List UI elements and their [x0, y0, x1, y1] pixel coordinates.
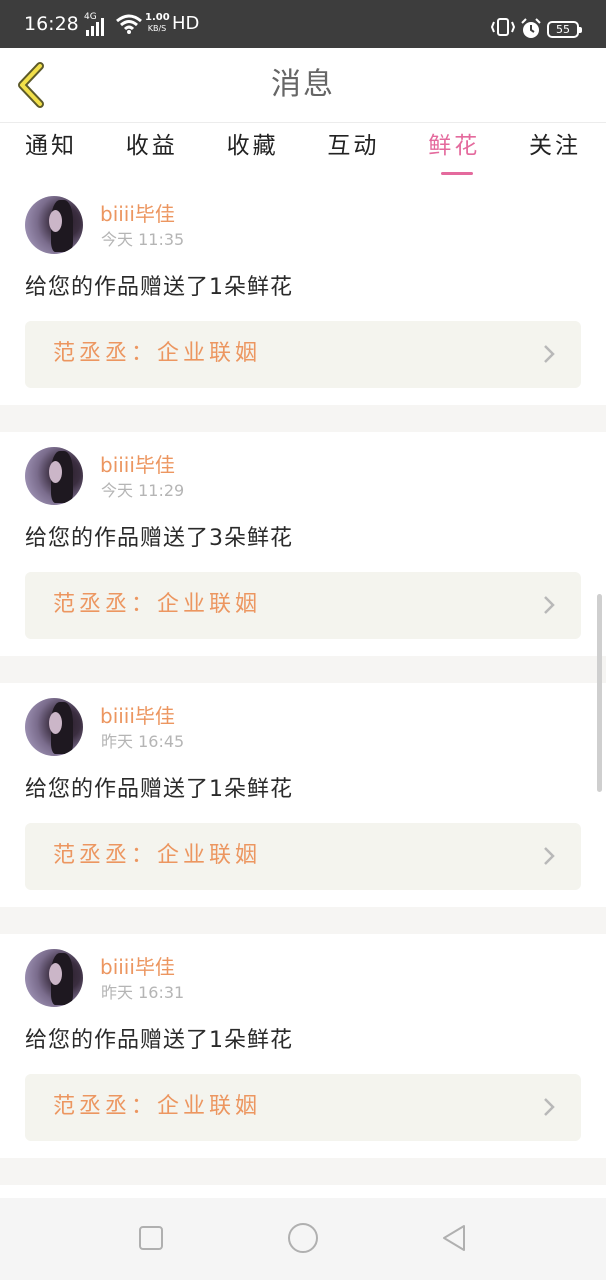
work-link[interactable]: 范丞丞：企业联姻: [25, 321, 581, 388]
work-link[interactable]: 范丞丞：企业联姻: [25, 1074, 581, 1141]
tab-label: 通知: [25, 133, 77, 159]
triangle-back-icon[interactable]: [436, 1220, 472, 1256]
system-nav-bar: [0, 1198, 606, 1280]
work-link[interactable]: 范丞丞：企业联姻: [25, 823, 581, 890]
tab-following[interactable]: 关注: [514, 123, 596, 181]
tab-earnings[interactable]: 收益: [111, 123, 193, 181]
status-bar: 16:28 4G 1.00 KB/S HD 55: [0, 0, 606, 48]
tab-label: 鲜花: [428, 133, 481, 159]
username[interactable]: biiii毕佳: [100, 452, 175, 478]
tab-flowers[interactable]: 鲜花: [413, 123, 495, 181]
work-title: 范丞丞：企业联姻: [53, 1094, 262, 1119]
message-text: 给您的作品赠送了1朵鲜花: [25, 777, 293, 802]
work-link[interactable]: 范丞丞：企业联姻: [25, 572, 581, 639]
work-title: 范丞丞：企业联姻: [53, 341, 262, 366]
work-title: 范丞丞：企业联姻: [53, 592, 262, 617]
wifi-icon: [116, 14, 142, 34]
timestamp: 今天 11:29: [101, 481, 185, 500]
square-icon[interactable]: [133, 1220, 169, 1256]
timestamp: 今天 11:35: [101, 230, 185, 249]
tab-favorites[interactable]: 收藏: [212, 123, 294, 181]
tab-interactions[interactable]: 互动: [312, 123, 394, 181]
chevron-right-icon: [544, 596, 555, 614]
tab-label: 收益: [125, 133, 178, 159]
hd-indicator: HD: [172, 13, 200, 34]
message-text: 给您的作品赠送了1朵鲜花: [25, 275, 293, 300]
tab-label: 收藏: [226, 133, 279, 159]
tab-label: 关注: [528, 133, 581, 159]
message-list: biiii毕佳 今天 11:35 给您的作品赠送了1朵鲜花 范丞丞：企业联姻 b…: [0, 181, 606, 1225]
list-item: biiii毕佳 昨天 16:31 给您的作品赠送了1朵鲜花 范丞丞：企业联姻: [0, 934, 606, 1158]
message-text: 给您的作品赠送了1朵鲜花: [25, 1028, 293, 1053]
avatar[interactable]: [25, 698, 83, 756]
circle-icon[interactable]: [285, 1220, 321, 1256]
list-item: biiii毕佳 昨天 16:45 给您的作品赠送了1朵鲜花 范丞丞：企业联姻: [0, 683, 606, 907]
work-title: 范丞丞：企业联姻: [53, 843, 262, 868]
timestamp: 昨天 16:45: [101, 732, 185, 751]
scrollbar[interactable]: [597, 594, 602, 792]
username[interactable]: biiii毕佳: [100, 703, 175, 729]
avatar[interactable]: [25, 196, 83, 254]
speed-unit: KB/S: [147, 24, 167, 33]
signal-icon: 4G: [84, 12, 110, 36]
username[interactable]: biiii毕佳: [100, 954, 175, 980]
status-time: 16:28: [24, 13, 79, 35]
network-type: 4G: [84, 12, 97, 22]
tab-label: 互动: [327, 133, 380, 159]
chevron-right-icon: [544, 1098, 555, 1116]
chevron-right-icon: [544, 847, 555, 865]
vibrate-icon: [490, 18, 516, 36]
tab-notifications[interactable]: 通知: [10, 123, 92, 181]
battery-icon: 55: [547, 21, 582, 38]
speed-value: 1.00: [145, 12, 170, 23]
active-tab-indicator: [441, 172, 474, 175]
username[interactable]: biiii毕佳: [100, 201, 175, 227]
tab-bar: 通知 收益 收藏 互动 鲜花 关注: [0, 123, 606, 181]
list-item: biiii毕佳 今天 11:29 给您的作品赠送了3朵鲜花 范丞丞：企业联姻: [0, 432, 606, 656]
avatar[interactable]: [25, 447, 83, 505]
chevron-right-icon: [544, 345, 555, 363]
alarm-icon: [521, 18, 541, 38]
page-title: 消息: [271, 67, 335, 102]
list-item: biiii毕佳 今天 11:35 给您的作品赠送了1朵鲜花 范丞丞：企业联姻: [0, 181, 606, 405]
header: 消息: [0, 48, 606, 123]
avatar[interactable]: [25, 949, 83, 1007]
message-text: 给您的作品赠送了3朵鲜花: [25, 526, 293, 551]
network-speed: 1.00 KB/S: [145, 12, 170, 34]
timestamp: 昨天 16:31: [101, 983, 185, 1002]
